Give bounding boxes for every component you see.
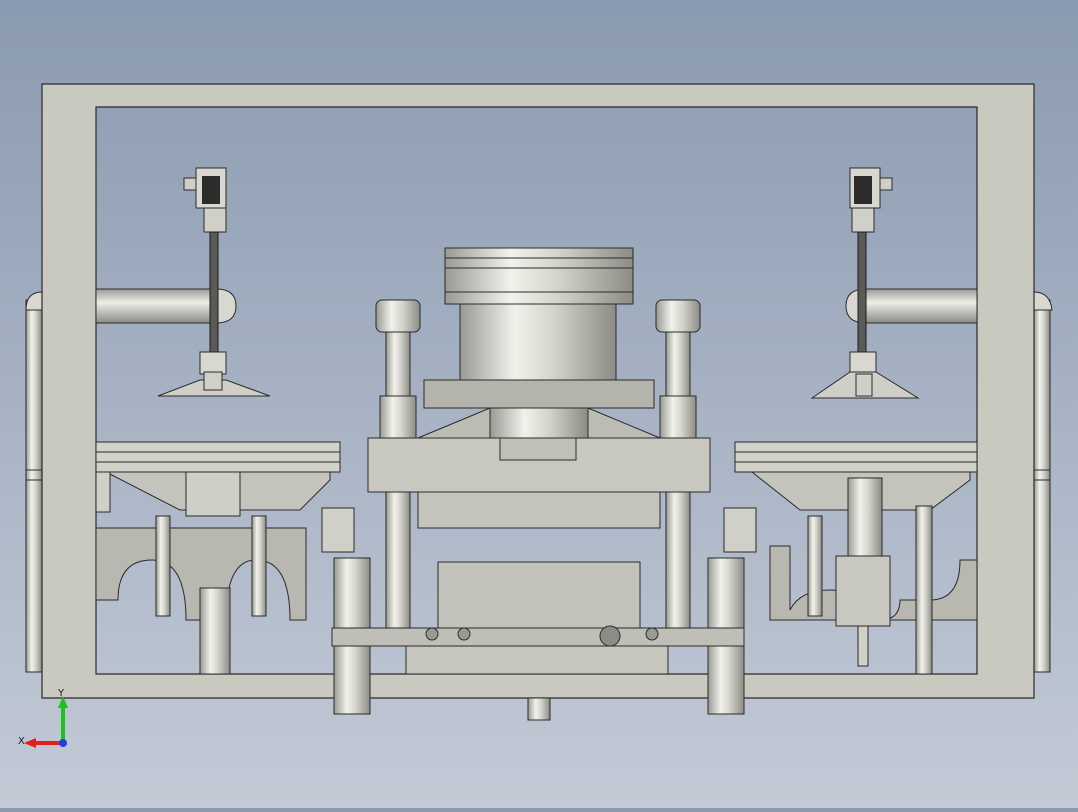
press-die-block: [437, 561, 641, 629]
right-robot-arm: [810, 167, 920, 399]
cad-viewport[interactable]: [0, 0, 1078, 808]
left-conveyor: [95, 441, 341, 517]
right-side-pipe: [1033, 291, 1053, 673]
press-crosshead: [367, 437, 711, 529]
machine-model: [25, 83, 1053, 721]
x-axis-label: X: [18, 736, 25, 747]
axis-triad: X Y: [14, 688, 74, 748]
press-upper-cylinder: [417, 247, 661, 439]
press-base-plate: [331, 625, 745, 721]
y-axis-label: Y: [57, 688, 65, 699]
left-cradle: [95, 515, 307, 675]
left-side-pipe: [25, 291, 43, 673]
z-axis-dot: [59, 739, 67, 747]
left-robot-arm: [157, 167, 271, 397]
right-conveyor: [734, 441, 978, 559]
